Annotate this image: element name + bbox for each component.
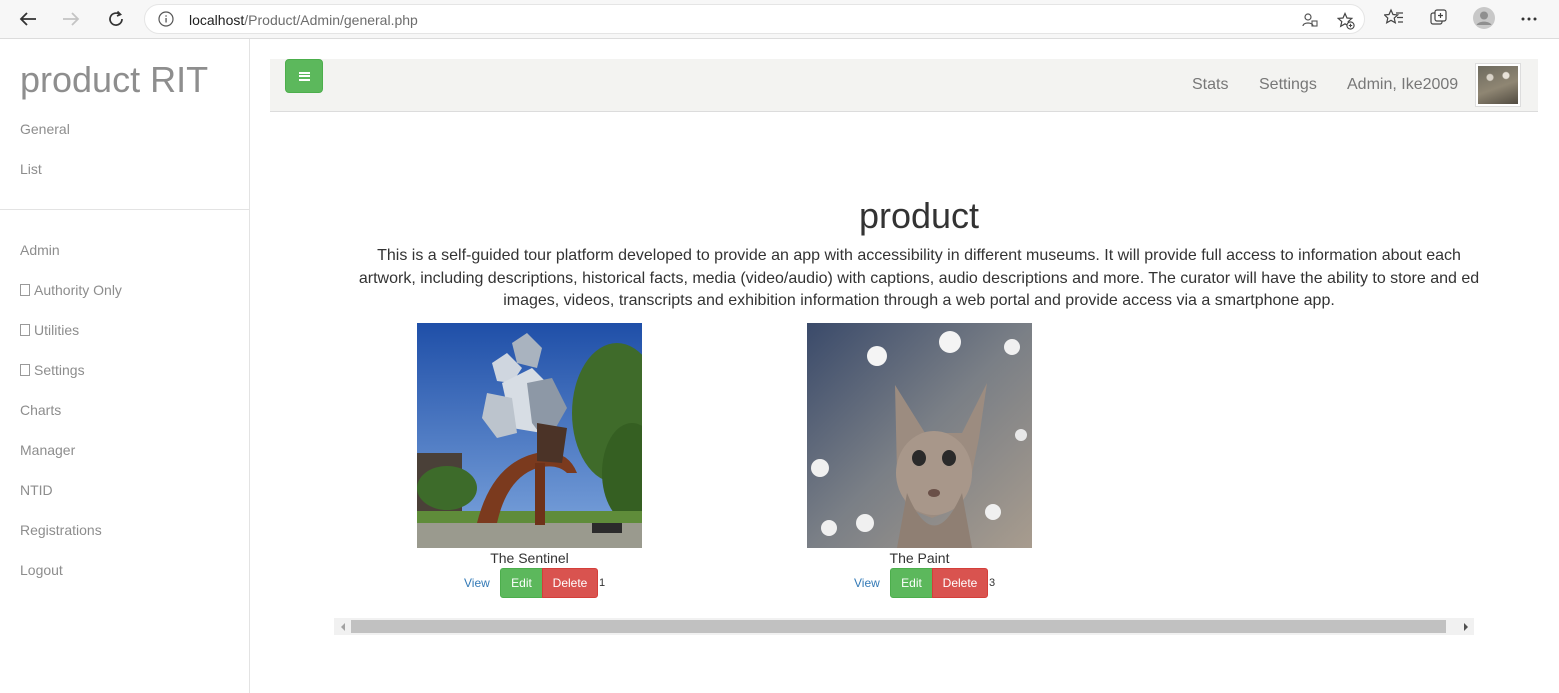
edit-button[interactable]: Edit: [500, 568, 543, 598]
sidebar-item-authority-only[interactable]: Authority Only: [20, 282, 122, 298]
sidebar: product RIT General List Admin Authority…: [0, 39, 250, 693]
sidebar-item-label: Authority Only: [34, 282, 122, 298]
sidebar-item-label: Utilities: [34, 322, 80, 338]
address-bar[interactable]: localhost/Product/Admin/general.php: [144, 4, 1365, 34]
sidebar-divider: [0, 209, 249, 210]
sidebar-item-charts[interactable]: Charts: [20, 402, 61, 418]
description-line: This is a self-guided tour platform deve…: [377, 247, 1461, 264]
sidebar-item-utilities[interactable]: Utilities: [20, 322, 79, 338]
delete-button[interactable]: Delete: [542, 568, 598, 598]
add-favorite-icon[interactable]: [1336, 12, 1355, 35]
scroll-right-icon[interactable]: [1457, 618, 1474, 635]
brand-title[interactable]: product RIT: [20, 59, 208, 101]
nav-user[interactable]: Admin, Ike2009: [1347, 76, 1458, 94]
sidebar-item-list[interactable]: List: [20, 161, 42, 177]
description-line: artwork, including descriptions, histori…: [358, 269, 1480, 287]
description-line: images, videos, transcripts and exhibiti…: [503, 292, 1335, 309]
sidebar-item-settings[interactable]: Settings: [20, 362, 85, 378]
profile-avatar-icon[interactable]: [1473, 7, 1495, 34]
sidebar-item-label: Settings: [34, 362, 85, 378]
page-title: product: [858, 195, 980, 236]
menu-toggle-button[interactable]: [285, 59, 323, 93]
url-path: /Product/Admin/general.php: [244, 12, 418, 28]
browser-toolbar: localhost/Product/Admin/general.php: [0, 0, 1559, 39]
view-link[interactable]: View: [464, 576, 490, 590]
missing-glyph-icon: [20, 364, 30, 376]
sidebar-item-manager[interactable]: Manager: [20, 442, 75, 458]
page-description: This is a self-guided tour platform deve…: [340, 245, 1498, 313]
delete-button[interactable]: Delete: [932, 568, 988, 598]
artwork-title: The Sentinel: [490, 550, 569, 566]
sidebar-item-admin[interactable]: Admin: [20, 242, 60, 258]
nav-stats[interactable]: Stats: [1192, 76, 1228, 94]
nav-settings[interactable]: Settings: [1259, 76, 1317, 94]
collections-icon[interactable]: [1429, 8, 1449, 33]
artwork-image-paint[interactable]: [807, 323, 1032, 548]
artwork-id: 1: [599, 577, 606, 589]
missing-glyph-icon: [20, 324, 30, 336]
refresh-icon[interactable]: [102, 6, 130, 32]
profile-tracking-icon[interactable]: [1302, 12, 1318, 33]
scroll-left-icon[interactable]: [334, 618, 351, 635]
sidebar-item-general[interactable]: General: [20, 121, 70, 137]
back-icon[interactable]: [14, 6, 42, 32]
avatar-image: [1478, 66, 1518, 104]
missing-glyph-icon: [20, 284, 30, 296]
edit-button[interactable]: Edit: [890, 568, 933, 598]
forward-icon[interactable]: [57, 6, 85, 32]
artwork-image-sentinel[interactable]: [417, 323, 642, 548]
top-navbar: Stats Settings Admin, Ike2009: [270, 59, 1538, 112]
user-avatar[interactable]: [1475, 63, 1521, 107]
favorites-icon[interactable]: [1383, 8, 1404, 33]
hamburger-icon: [298, 71, 310, 81]
artwork-id: 3: [989, 577, 996, 589]
info-icon[interactable]: [158, 11, 174, 32]
horizontal-scrollbar[interactable]: [334, 618, 1474, 635]
sidebar-item-logout[interactable]: Logout: [20, 562, 63, 578]
artwork-title: The Paint: [889, 550, 950, 566]
view-link[interactable]: View: [854, 576, 880, 590]
url-text: localhost/Product/Admin/general.php: [189, 12, 418, 28]
scrollbar-thumb[interactable]: [351, 620, 1446, 633]
sidebar-item-registrations[interactable]: Registrations: [20, 522, 102, 538]
more-menu-icon[interactable]: [1520, 10, 1538, 33]
url-host: localhost: [189, 12, 245, 28]
sidebar-item-ntid[interactable]: NTID: [20, 482, 53, 498]
